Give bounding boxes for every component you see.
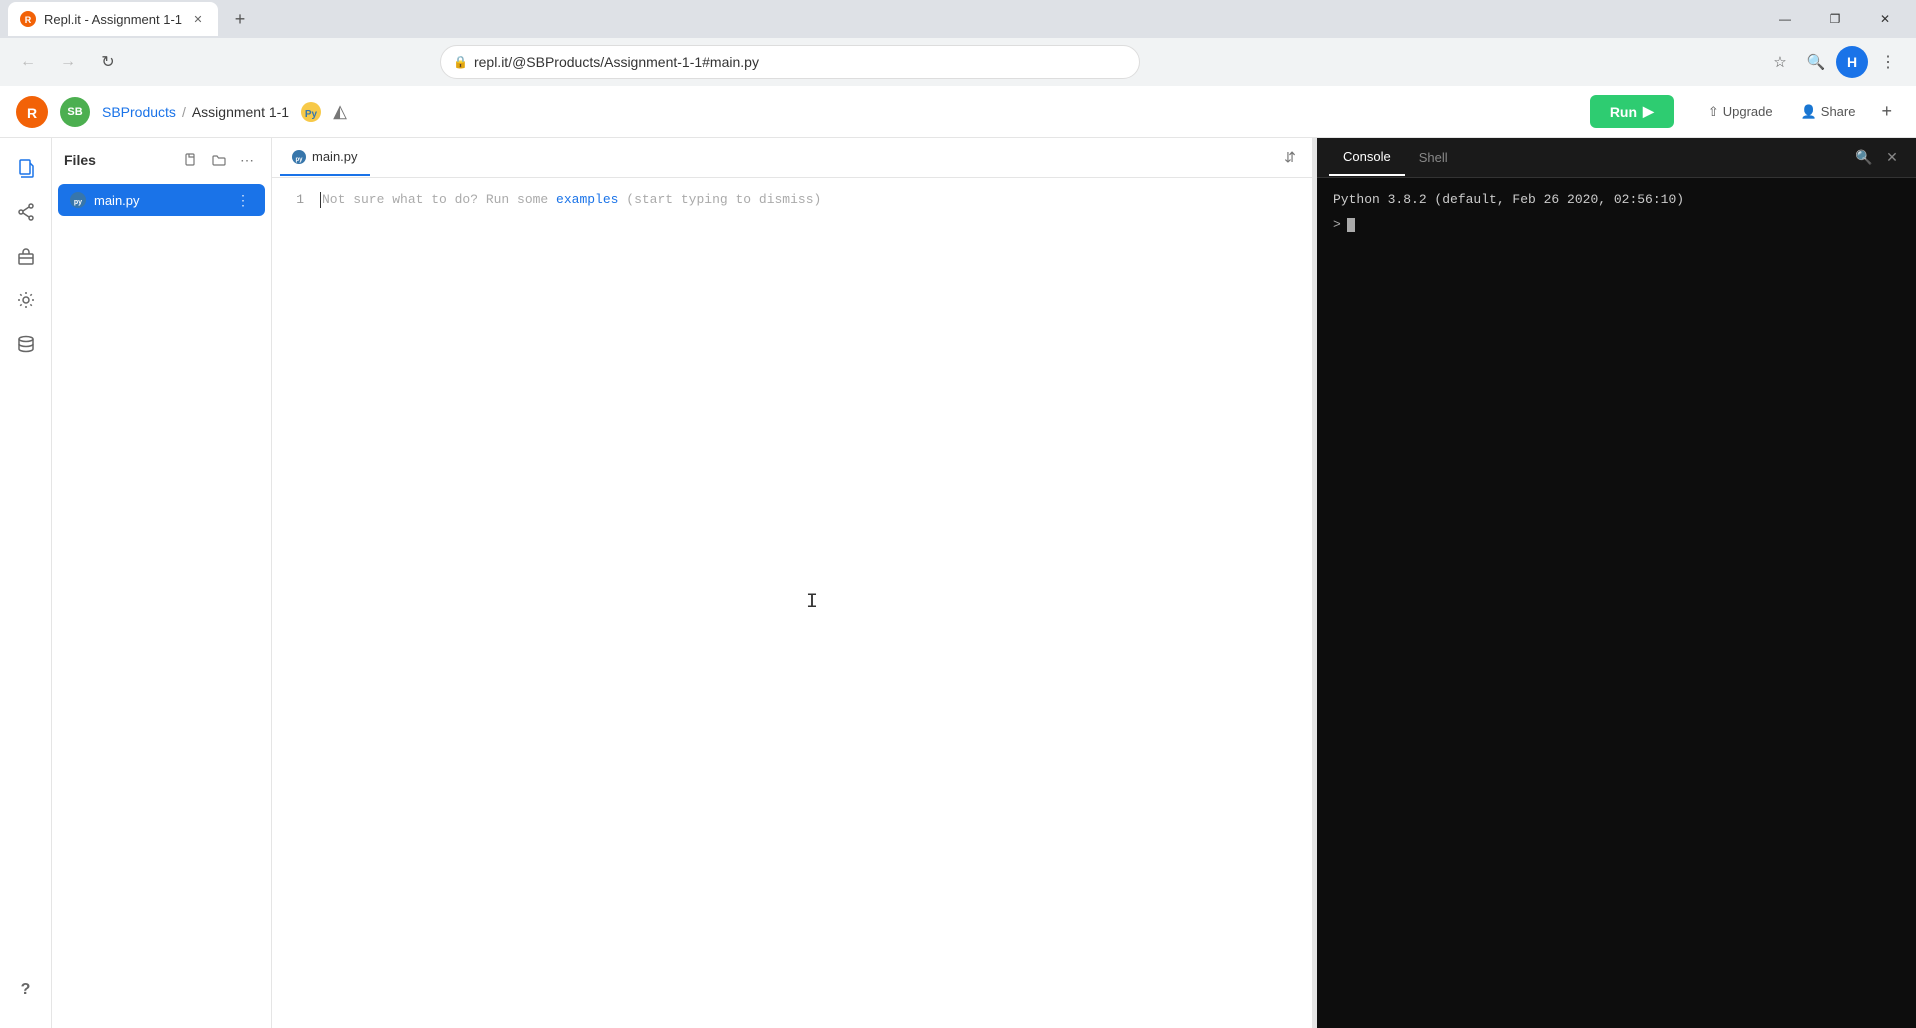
- reload-button[interactable]: ↻: [92, 46, 124, 78]
- python-version-text: Python 3.8.2 (default, Feb 26 2020, 02:5…: [1333, 190, 1900, 211]
- breadcrumb: SBProducts / Assignment 1-1: [102, 104, 289, 120]
- editor-area: py main.py ⇵ 1 Not sure what to: [272, 138, 1312, 1028]
- files-title: Files: [64, 152, 171, 168]
- bookmark-button[interactable]: ☆: [1764, 46, 1796, 78]
- sidebar-help-icon[interactable]: ?: [8, 972, 44, 1008]
- more-files-button[interactable]: ⋯: [235, 148, 259, 172]
- console-prompt: >: [1333, 215, 1900, 236]
- code-editor[interactable]: 1 Not sure what to do? Run some examples…: [272, 178, 1312, 1028]
- tab-close-button[interactable]: ✕: [190, 11, 206, 27]
- sidebar-database-icon[interactable]: [8, 326, 44, 362]
- prompt-cursor: [1347, 218, 1355, 232]
- console-tabs: Console Shell 🔍 ✕: [1317, 138, 1916, 178]
- file-context-menu-button[interactable]: ⋮: [233, 190, 253, 210]
- editor-tab-label: main.py: [312, 149, 358, 164]
- app-header: R SB SBProducts / Assignment 1-1 Py ◭ Ru…: [0, 86, 1916, 138]
- console-close-button[interactable]: ✕: [1880, 146, 1904, 170]
- sidebar-files-icon[interactable]: [8, 150, 44, 186]
- new-tab-button[interactable]: +: [226, 5, 254, 33]
- code-content[interactable]: Not sure what to do? Run some examples (…: [312, 178, 1312, 1028]
- browser-tab[interactable]: R Repl.it - Assignment 1-1 ✕: [8, 2, 218, 36]
- text-cursor: [320, 192, 321, 208]
- back-button[interactable]: ←: [12, 46, 44, 78]
- file-panel: Files ⋯: [52, 138, 272, 1028]
- editor-expand-button[interactable]: ⇵: [1276, 144, 1304, 172]
- upgrade-button[interactable]: ⇧ Upgrade: [1698, 98, 1783, 126]
- share-icon: 👤: [1801, 104, 1817, 120]
- replit-logo: R: [16, 96, 48, 128]
- svg-text:R: R: [25, 15, 32, 25]
- code-line-1: Not sure what to do? Run some examples (…: [320, 190, 1304, 211]
- replit-favicon: R: [20, 11, 36, 27]
- console-area: Console Shell 🔍 ✕ Python 3.8.2 (default,…: [1316, 138, 1916, 1028]
- svg-text:R: R: [27, 105, 37, 121]
- search-button[interactable]: 🔍: [1800, 46, 1832, 78]
- editor-tab-main-py[interactable]: py main.py: [280, 140, 370, 176]
- share-button[interactable]: 👤 Share: [1791, 98, 1866, 126]
- python-file-icon: py: [70, 192, 86, 208]
- examples-link[interactable]: examples: [556, 192, 618, 207]
- line-numbers: 1: [272, 178, 312, 1028]
- plus-button[interactable]: +: [1873, 97, 1900, 126]
- new-file-button[interactable]: [179, 148, 203, 172]
- python-icon: Py: [301, 102, 321, 122]
- maximize-button[interactable]: ❐: [1812, 3, 1858, 35]
- breadcrumb-separator: /: [182, 104, 186, 120]
- file-item-main-py[interactable]: py main.py ⋮: [58, 184, 265, 216]
- svg-text:py: py: [74, 199, 82, 206]
- profile-button[interactable]: H: [1836, 46, 1868, 78]
- tab-python-icon: py: [292, 150, 306, 164]
- sidebar-packages-icon[interactable]: [8, 238, 44, 274]
- lock-icon: 🔒: [453, 55, 468, 69]
- file-name-main-py: main.py: [94, 193, 225, 208]
- prompt-symbol: >: [1333, 215, 1341, 236]
- editor-placeholder: Not sure what to do? Run some examples (…: [322, 190, 821, 211]
- extensions-button[interactable]: ⋮: [1872, 46, 1904, 78]
- new-folder-button[interactable]: [207, 148, 231, 172]
- tab-title: Repl.it - Assignment 1-1: [44, 12, 182, 27]
- sidebar-settings-icon[interactable]: [8, 282, 44, 318]
- run-button[interactable]: Run ▶: [1590, 95, 1674, 128]
- console-search-button[interactable]: 🔍: [1852, 146, 1876, 170]
- console-content: Python 3.8.2 (default, Feb 26 2020, 02:5…: [1317, 178, 1916, 1028]
- upgrade-icon: ⇧: [1708, 104, 1719, 120]
- svg-text:Py: Py: [305, 109, 318, 120]
- sidebar-share-icon[interactable]: [8, 194, 44, 230]
- editor-tabs: py main.py ⇵: [272, 138, 1312, 178]
- history-icon[interactable]: ◭: [333, 101, 347, 122]
- breadcrumb-user[interactable]: SBProducts: [102, 104, 176, 120]
- breadcrumb-repl: Assignment 1-1: [192, 104, 289, 120]
- user-avatar[interactable]: SB: [60, 97, 90, 127]
- icon-sidebar: ?: [0, 138, 52, 1028]
- console-tab-console[interactable]: Console: [1329, 140, 1405, 176]
- url-text: repl.it/@SBProducts/Assignment-1-1#main.…: [474, 54, 1127, 70]
- minimize-button[interactable]: —: [1762, 3, 1808, 35]
- editor-text-cursor: I: [806, 593, 818, 613]
- svg-text:py: py: [295, 157, 303, 163]
- forward-button[interactable]: →: [52, 46, 84, 78]
- console-tab-shell[interactable]: Shell: [1405, 140, 1462, 176]
- address-bar[interactable]: 🔒 repl.it/@SBProducts/Assignment-1-1#mai…: [440, 45, 1140, 79]
- close-button[interactable]: ✕: [1862, 3, 1908, 35]
